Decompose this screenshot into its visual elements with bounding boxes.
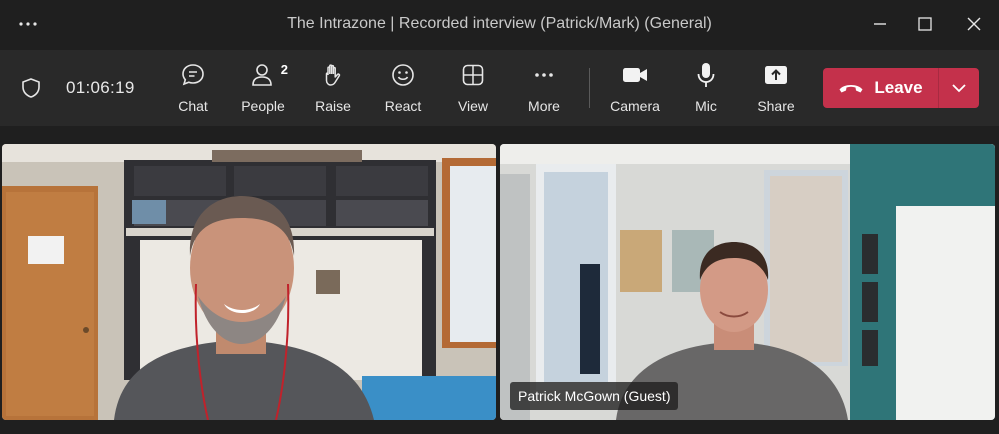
minimize-icon[interactable]	[866, 10, 894, 38]
window-title: The Intrazone | Recorded interview (Patr…	[287, 15, 712, 32]
people-count-badge: 2	[280, 62, 288, 77]
title-bar: The Intrazone | Recorded interview (Patr…	[0, 0, 999, 48]
more-button[interactable]: More	[513, 60, 575, 120]
people-icon: 2	[248, 60, 288, 90]
mic-label: Mic	[695, 98, 717, 114]
chat-button[interactable]: Chat	[162, 60, 224, 120]
share-label: Share	[757, 98, 795, 114]
leave-options-dropdown[interactable]	[939, 68, 979, 108]
camera-label: Camera	[610, 98, 660, 114]
mic-button[interactable]: Mic	[675, 60, 737, 120]
toolbar-divider	[589, 68, 590, 108]
close-icon[interactable]	[960, 10, 988, 38]
camera-icon	[620, 60, 650, 90]
maximize-icon[interactable]	[911, 10, 939, 38]
raise-label: Raise	[315, 98, 351, 114]
meeting-timer: 01:06:19	[66, 78, 135, 97]
people-label: People	[241, 98, 285, 114]
more-label: More	[528, 98, 560, 114]
leave-button-group: Leave	[823, 68, 979, 108]
view-button[interactable]: View	[442, 60, 504, 120]
hand-icon	[318, 60, 348, 90]
grid-view-icon	[458, 60, 488, 90]
chat-icon	[178, 60, 208, 90]
share-screen-icon	[761, 60, 791, 90]
smiley-icon	[388, 60, 418, 90]
react-label: React	[384, 98, 422, 114]
participant-video-feed	[2, 144, 496, 420]
chevron-down-icon	[952, 84, 966, 93]
video-tile-participant-2[interactable]: Patrick McGown (Guest)	[500, 144, 995, 420]
chat-label: Chat	[178, 98, 208, 114]
meeting-toolbar: 01:06:19 Chat 2 People Raise React View	[0, 50, 999, 126]
hang-up-icon	[839, 85, 863, 93]
more-icon	[529, 60, 559, 90]
participant-video-feed	[500, 144, 995, 420]
microphone-icon	[691, 60, 721, 90]
raise-hand-button[interactable]: Raise	[302, 60, 364, 120]
share-button[interactable]: Share	[745, 60, 807, 120]
video-tile-participant-1[interactable]	[2, 144, 496, 420]
shield-icon[interactable]	[20, 77, 42, 99]
view-label: View	[457, 98, 489, 114]
leave-button[interactable]: Leave	[823, 68, 938, 108]
people-button[interactable]: 2 People	[232, 60, 294, 120]
participant-name-label: Patrick McGown (Guest)	[510, 382, 679, 410]
react-button[interactable]: React	[372, 60, 434, 120]
camera-button[interactable]: Camera	[604, 60, 666, 120]
leave-label: Leave	[874, 78, 923, 97]
